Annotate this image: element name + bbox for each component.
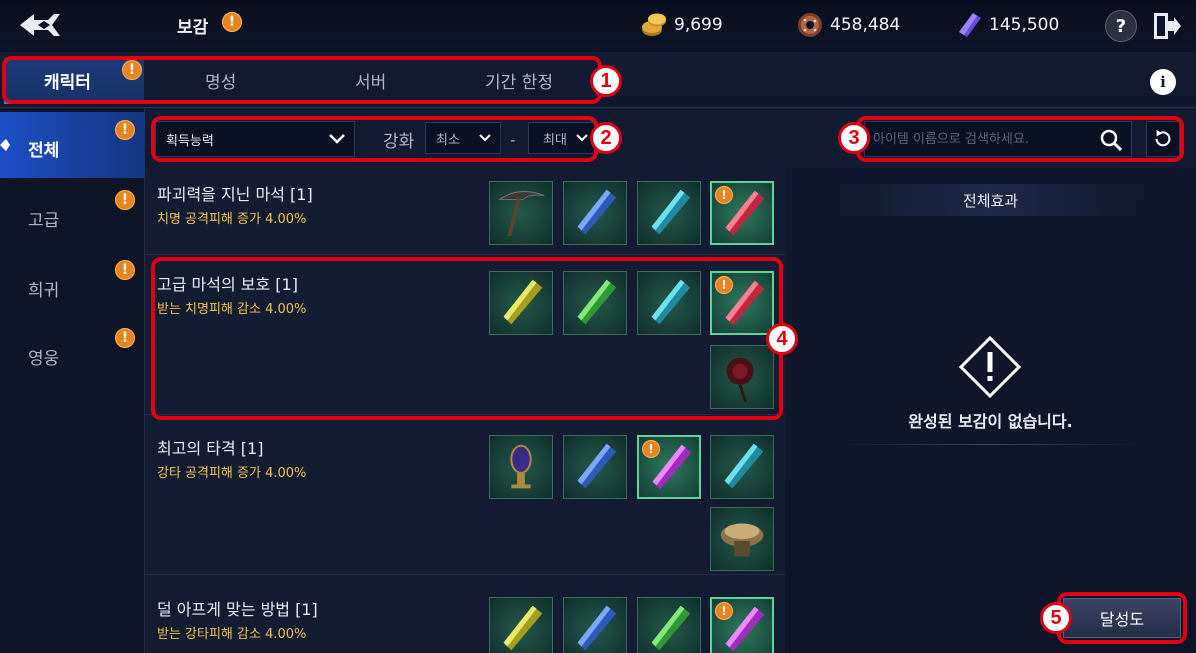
item-slot[interactable] [563,435,627,499]
callout-number-5: 5 [1040,602,1072,634]
alert-icon: ! [715,602,733,620]
alert-icon: ! [642,440,660,458]
title-alert-icon: ! [222,12,242,32]
gold-coin-icon [642,13,666,36]
collection-name: 최고의 타격 [1] [157,439,264,458]
total-effect-panel: 전체효과 완성된 보감이 없습니다. [785,168,1196,653]
page-title: 보감 [177,18,209,38]
list-item[interactable]: 덜 아프게 맞는 방법 [1] 받는 강타피해 감소 4.00% ! [145,575,785,653]
callout-box-4 [151,257,783,420]
green-crystal-icon [651,605,691,651]
alert-icon: ! [115,328,135,348]
collection-name: 파괴력을 지닌 마석 [1] [157,185,313,204]
item-slot[interactable] [710,507,774,571]
currency-crystal: 145,500 [955,12,1059,38]
currency-gold: 9,699 [640,12,723,38]
blue-crystal-icon [577,443,617,489]
callout-number-1: 1 [590,65,622,97]
alert-icon: ! [715,186,733,204]
back-logo-icon[interactable] [14,8,66,42]
currency-donut: 458,484 [796,12,900,38]
active-marker-icon [0,139,10,151]
item-slot[interactable]: ! [710,181,774,245]
sidebar-item-advanced[interactable]: 고급 ! [0,182,145,248]
callout-box-5 [1057,592,1187,644]
alert-icon: ! [115,120,135,140]
collection-name: 덜 아프게 맞는 방법 [1] [157,600,318,619]
list-item[interactable]: 최고의 타격 [1] 강타 공격피해 증가 4.00% ! [145,415,785,575]
teal-crystal-icon [651,189,691,235]
item-slot[interactable]: ! [637,435,701,499]
item-slot[interactable] [489,435,553,499]
list-item[interactable]: 파괴력을 지닌 마석 [1] 치명 공격피해 증가 4.00% ! [145,168,785,255]
callout-number-3: 3 [838,122,870,154]
sidebar-item-label: 희귀 [28,281,60,301]
sidebar-item-label: 전체 [28,141,60,161]
sidebar-item-heroic[interactable]: 영웅 ! [0,320,145,386]
item-slot[interactable] [563,181,627,245]
ornate-vase-icon [510,444,532,489]
sidebar-item-label: 영웅 [28,349,60,369]
blue-crystal-icon [577,189,617,235]
alert-icon: ! [115,190,135,210]
pickaxe-icon [498,191,545,237]
panel-title: 전체효과 [962,192,1019,210]
sidebar-item-rare[interactable]: 희귀 ! [0,252,145,318]
exit-icon[interactable] [1150,9,1182,43]
collection-effect: 강타 공격피해 증가 4.00% [157,466,307,481]
currency-donut-value: 458,484 [830,15,901,35]
item-slot[interactable] [563,597,627,653]
item-slot[interactable] [489,181,553,245]
divider [835,444,1145,445]
yellow-crystal-icon [503,605,543,651]
alert-icon: ! [115,260,135,280]
warning-diamond-icon [959,336,1021,398]
currency-gold-value: 9,699 [674,15,723,35]
callout-box-2 [151,116,598,162]
item-slot[interactable] [489,597,553,653]
sidebar: 전체 ! 고급 ! 희귀 ! 영웅 ! [0,108,145,653]
top-bar: 보감 ! 9,699 458,484 145,500 ? [0,0,1196,52]
sidebar-item-all[interactable]: 전체 ! [0,112,145,178]
collection-effect: 치명 공격피해 증가 4.00% [157,212,307,227]
sidebar-item-label: 고급 [28,211,60,231]
callout-number-2: 2 [590,122,622,154]
item-slot[interactable] [710,435,774,499]
collection-effect: 받는 강타피해 감소 4.00% [157,627,307,642]
item-slot[interactable]: ! [710,597,774,653]
donut-token-icon [798,13,822,37]
golden-fungus-icon [720,523,764,557]
info-button[interactable]: i [1150,69,1176,95]
callout-box-1 [2,56,602,104]
item-slot[interactable] [637,597,701,653]
callout-box-3 [856,116,1184,162]
purple-crystal-icon [959,13,981,37]
item-slot[interactable] [637,181,701,245]
empty-message: 완성된 보감이 없습니다. [908,412,1073,431]
blue-crystal-icon [577,605,617,651]
currency-crystal-value: 145,500 [989,15,1060,35]
teal-crystal-icon [724,443,764,489]
callout-number-4: 4 [766,323,798,355]
help-button[interactable]: ? [1105,10,1137,42]
